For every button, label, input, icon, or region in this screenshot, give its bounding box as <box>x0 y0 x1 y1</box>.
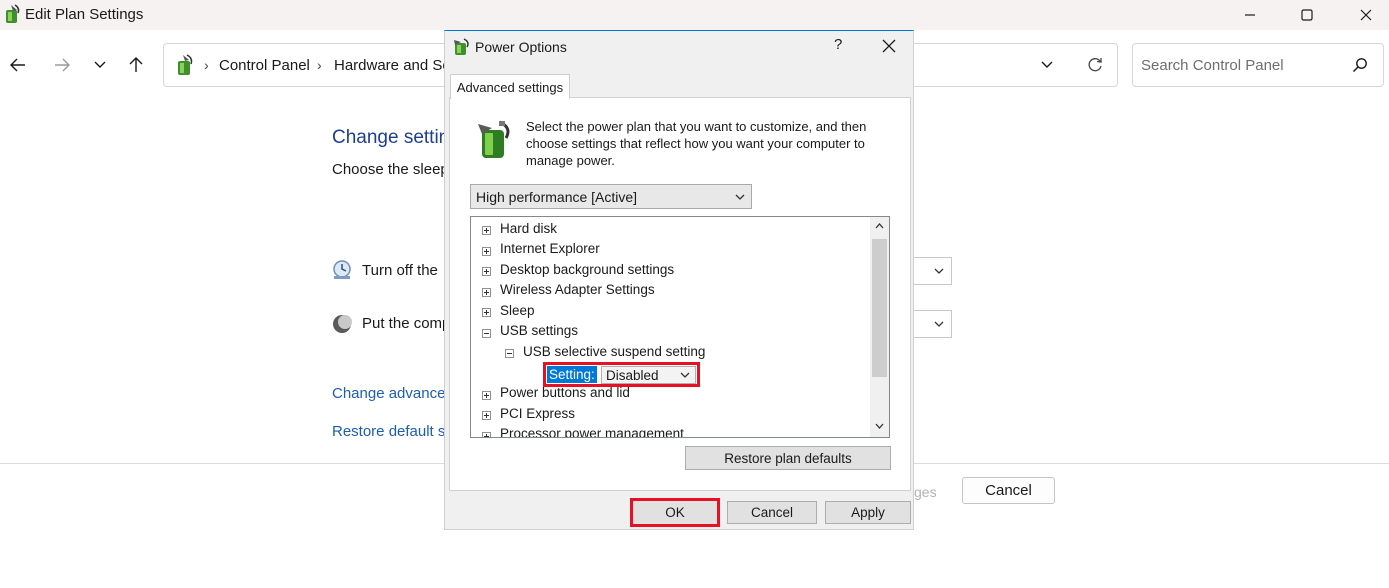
expand-icon[interactable] <box>482 308 491 317</box>
power-options-app-icon <box>6 4 20 23</box>
chevron-down-icon <box>934 321 944 327</box>
close-icon[interactable] <box>882 39 896 53</box>
expand-icon[interactable] <box>482 432 491 437</box>
apply-button[interactable]: Apply <box>825 501 911 524</box>
tree-item-wireless-adapter[interactable]: Wireless Adapter Settings <box>500 282 655 297</box>
tab-advanced-settings[interactable]: Advanced settings <box>450 74 570 99</box>
control-panel-icon <box>178 54 193 75</box>
close-icon <box>1360 9 1372 21</box>
tree-item-pci-express[interactable]: PCI Express <box>500 406 575 421</box>
chevron-down-icon <box>735 194 745 200</box>
breadcrumb-control-panel[interactable]: Control Panel <box>219 57 310 74</box>
advanced-settings-panel: Select the power plan that you want to c… <box>449 97 911 491</box>
put-computer-to-sleep-label: Put the comp <box>362 315 451 332</box>
power-plan-select[interactable]: High performance [Active] <box>470 184 752 209</box>
setting-row-highlight: Setting: Disabled <box>543 362 700 387</box>
collapse-icon[interactable] <box>482 329 491 338</box>
power-options-dialog: Power Options ? Advanced settings Select… <box>444 30 914 530</box>
restore-plan-defaults-button[interactable]: Restore plan defaults <box>685 446 891 470</box>
breadcrumb-chevron-icon: › <box>204 57 209 73</box>
expand-icon[interactable] <box>482 411 491 420</box>
expand-icon[interactable] <box>482 391 491 400</box>
tree-item-desktop-background[interactable]: Desktop background settings <box>500 262 674 277</box>
arrow-up-icon <box>129 57 143 72</box>
expand-icon[interactable] <box>482 288 491 297</box>
up-button[interactable] <box>122 52 150 78</box>
moon-icon <box>333 315 352 333</box>
expand-icon[interactable] <box>482 226 491 235</box>
tree-item-power-buttons[interactable]: Power buttons and lid <box>500 385 630 400</box>
tree-scrollbar[interactable] <box>870 217 889 437</box>
chevron-down-icon <box>934 268 944 274</box>
chevron-down-icon <box>680 372 690 378</box>
tree-item-processor-power[interactable]: Processor power management <box>500 426 684 437</box>
tree-item-sleep[interactable]: Sleep <box>500 303 535 318</box>
refresh-icon[interactable] <box>1087 57 1103 73</box>
chevron-down-icon <box>94 61 106 68</box>
back-button[interactable] <box>4 52 32 78</box>
breadcrumb-chevron-icon: › <box>317 57 322 73</box>
search-input[interactable] <box>1141 54 1341 76</box>
page-heading: Change settin <box>332 127 450 148</box>
title-bar: Edit Plan Settings <box>0 0 1389 30</box>
maximize-button[interactable] <box>1284 0 1330 30</box>
page-subheading: Choose the sleep <box>332 161 449 178</box>
arrow-right-icon <box>55 58 70 72</box>
arrow-left-icon <box>10 58 25 72</box>
scroll-down-icon[interactable] <box>875 423 884 429</box>
setting-label: Setting: <box>547 366 597 383</box>
cancel-button[interactable]: Cancel <box>962 477 1055 504</box>
sleep-select[interactable] <box>912 310 952 338</box>
breadcrumb-hardware[interactable]: Hardware and So <box>334 57 451 74</box>
intro-text: Select the power plan that you want to c… <box>526 119 867 168</box>
expand-icon[interactable] <box>482 267 491 276</box>
cancel-button[interactable]: Cancel <box>727 501 817 524</box>
scroll-up-icon[interactable] <box>875 223 884 229</box>
turn-off-display-select[interactable] <box>912 257 952 285</box>
power-plan-value: High performance [Active] <box>476 189 638 205</box>
power-options-icon <box>454 38 469 55</box>
window-title: Edit Plan Settings <box>25 6 144 23</box>
tree-item-usb-settings[interactable]: USB settings <box>500 323 578 338</box>
settings-tree[interactable]: Hard disk Internet Explorer Desktop back… <box>470 216 890 438</box>
maximize-icon <box>1301 9 1313 21</box>
search-icon[interactable] <box>1352 57 1368 73</box>
forward-button[interactable] <box>48 52 76 78</box>
setting-value: Disabled <box>606 368 659 383</box>
tree-item-hard-disk[interactable]: Hard disk <box>500 221 557 236</box>
scrollbar-thumb[interactable] <box>872 239 887 377</box>
display-icon <box>333 260 351 279</box>
restore-default-settings-link[interactable]: Restore default s <box>332 423 445 440</box>
setting-value-select[interactable]: Disabled <box>601 366 696 384</box>
ok-button[interactable]: OK <box>630 498 720 527</box>
turn-off-display-label: Turn off the <box>362 262 438 279</box>
minimize-icon <box>1245 14 1255 16</box>
tree-item-usb-selective-suspend[interactable]: USB selective suspend setting <box>523 344 705 359</box>
address-dropdown-chevron-icon[interactable] <box>1041 61 1053 69</box>
expand-icon[interactable] <box>482 247 491 256</box>
edit-plan-settings-window: Edit Plan Settings › Control Panel › Har… <box>0 0 1389 588</box>
change-advanced-settings-link[interactable]: Change advanced <box>332 385 454 402</box>
power-plan-icon <box>478 120 510 158</box>
dialog-title: Power Options <box>475 39 567 55</box>
recent-locations-button[interactable] <box>86 52 114 78</box>
search-box[interactable] <box>1132 43 1384 87</box>
tree-item-internet-explorer[interactable]: Internet Explorer <box>500 241 600 256</box>
collapse-icon[interactable] <box>505 349 514 358</box>
close-button[interactable] <box>1343 0 1389 30</box>
minimize-button[interactable] <box>1227 0 1273 30</box>
help-button[interactable]: ? <box>834 36 842 53</box>
save-changes-button[interactable]: ges <box>914 484 937 500</box>
